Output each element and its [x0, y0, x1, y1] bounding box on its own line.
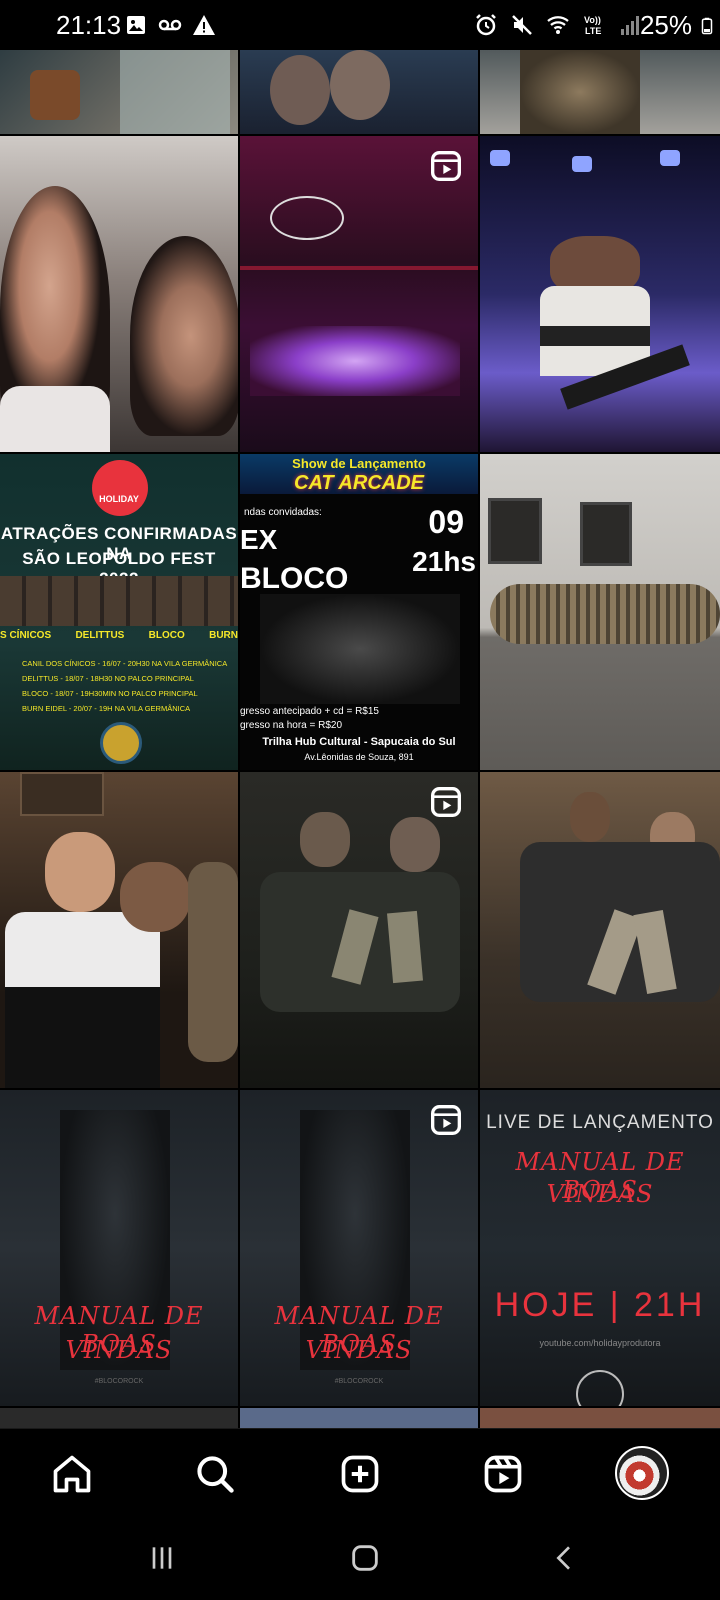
system-home-button[interactable]	[340, 1538, 390, 1578]
post-tile-12[interactable]	[480, 772, 720, 1088]
reels-badge-icon	[431, 1105, 461, 1135]
live-url: youtube.com/holidayprodutora	[539, 1338, 661, 1348]
voicemail-icon	[158, 19, 182, 31]
poster-brand: HOLIDAY	[99, 494, 139, 504]
poster-line-3: BLOCO - 18/07 - 19H30MIN NO PALCO PRINCI…	[22, 689, 198, 698]
post-tile-13[interactable]: MANUAL DE BOAS VINDAS #BLOCOROCK	[0, 1090, 238, 1406]
manual-2-tag: #BLOCOROCK	[334, 1378, 384, 1385]
poster-title: CAT ARCADE	[294, 472, 424, 494]
nav-home-button[interactable]	[47, 1449, 97, 1499]
svg-text:Vo)): Vo))	[584, 15, 601, 25]
status-bar: 21:13 Vo)) LTE 25%	[0, 0, 720, 50]
manual-1-line-2: VINDAS	[65, 1336, 173, 1364]
reels-badge-icon	[431, 151, 461, 181]
profile-avatar	[615, 1446, 669, 1500]
post-tile-9[interactable]	[480, 454, 720, 770]
post-tile-2[interactable]	[240, 50, 478, 134]
live-line-2: VINDAS	[546, 1180, 654, 1208]
poster-time: 21hs	[412, 546, 476, 577]
mute-icon	[512, 15, 532, 35]
post-tile-11[interactable]	[240, 772, 478, 1088]
search-icon	[197, 1456, 234, 1493]
live-time: HOJE | 21H	[494, 1286, 706, 1324]
poster-top-label: Show de Lançamento	[292, 456, 426, 471]
nav-search-button[interactable]	[190, 1449, 240, 1499]
poster-date: 09	[428, 504, 464, 540]
post-tile-6[interactable]	[480, 136, 720, 452]
poster-band-ex: EX	[240, 524, 278, 555]
home-icon	[53, 1455, 91, 1493]
poster-address: Av.Lêonidas de Souza, 891	[304, 752, 414, 762]
poster-line-2: DELITTUS - 18/07 - 18H30 NO PALCO PRINCI…	[22, 674, 194, 683]
poster-band-2: DELITTUS	[75, 630, 125, 641]
create-icon	[341, 1455, 379, 1493]
back-button[interactable]	[540, 1538, 590, 1578]
post-tile-7[interactable]: HOLIDAY ATRAÇÕES CONFIRMADAS NA SÃO LEOP…	[0, 454, 238, 770]
post-tile-10[interactable]	[0, 772, 238, 1088]
battery-icon	[701, 17, 713, 35]
nav-create-button[interactable]	[335, 1449, 385, 1499]
alarm-icon	[476, 14, 496, 36]
post-tile-14[interactable]: MANUAL DE BOAS VINDAS #BLOCOROCK	[240, 1090, 478, 1406]
status-left-icons	[124, 13, 216, 37]
post-tile-1[interactable]	[0, 50, 238, 134]
status-right-icons: Vo)) LTE	[474, 13, 642, 37]
poster-band-3: BLOCO	[148, 630, 185, 641]
svg-text:LTE: LTE	[585, 26, 601, 36]
post-tile-5[interactable]	[240, 136, 478, 452]
home-square-icon	[352, 1545, 378, 1571]
reels-badge-icon	[431, 787, 461, 817]
signal-icon	[621, 16, 639, 35]
poster-band-bloco: BLOCO	[240, 562, 349, 595]
back-chevron-icon	[556, 1546, 570, 1570]
recents-button[interactable]	[137, 1538, 187, 1578]
poster-price-2: gresso na hora = R$20	[240, 720, 343, 731]
poster-line-1: CANIL DOS CÍNICOS - 16/07 - 20H30 NA VIL…	[22, 659, 228, 668]
post-tile-18[interactable]	[480, 1408, 720, 1428]
poster-venue: Trilha Hub Cultural - Sapucaia do Sul	[262, 736, 456, 748]
poster-band-1: S CÍNICOS	[0, 630, 52, 641]
live-top-label: LIVE DE LANÇAMENTO	[486, 1112, 714, 1133]
gallery-icon	[127, 16, 145, 34]
status-time: 21:13	[56, 10, 122, 40]
post-tile-15[interactable]: LIVE DE LANÇAMENTO MANUAL DE BOAS VINDAS…	[480, 1090, 720, 1406]
recents-icon	[152, 1547, 172, 1569]
poster-subtitle: ndas convidadas:	[244, 507, 322, 518]
nav-reels-button[interactable]	[478, 1449, 528, 1499]
poster-band-4: BURN	[209, 630, 238, 641]
manual-1-tag: #BLOCOROCK	[94, 1378, 144, 1385]
battery-percent: 25%	[639, 10, 692, 40]
post-tile-4[interactable]	[0, 136, 238, 452]
reels-icon	[484, 1455, 522, 1493]
post-tile-16[interactable]	[0, 1408, 238, 1428]
post-tile-3[interactable]	[480, 50, 720, 134]
manual-2-line-2: VINDAS	[305, 1336, 413, 1364]
volte-icon: Vo))LTE	[584, 15, 601, 36]
system-navigation	[0, 1518, 720, 1600]
poster-price-1: gresso antecipado + cd = R$15	[240, 706, 379, 717]
bottom-navigation	[0, 1428, 720, 1519]
post-tile-8[interactable]: Show de Lançamento CAT ARCADE ndas convi…	[240, 454, 478, 770]
profile-post-grid: HOLIDAY ATRAÇÕES CONFIRMADAS NA SÃO LEOP…	[0, 50, 720, 1428]
poster-line-4: BURN EIDEL - 20/07 - 19H NA VILA GERMÂNI…	[22, 704, 191, 713]
wifi-icon	[547, 16, 569, 34]
nav-profile-button[interactable]	[614, 1445, 670, 1501]
post-tile-17[interactable]	[240, 1408, 478, 1428]
warning-icon	[193, 15, 215, 35]
